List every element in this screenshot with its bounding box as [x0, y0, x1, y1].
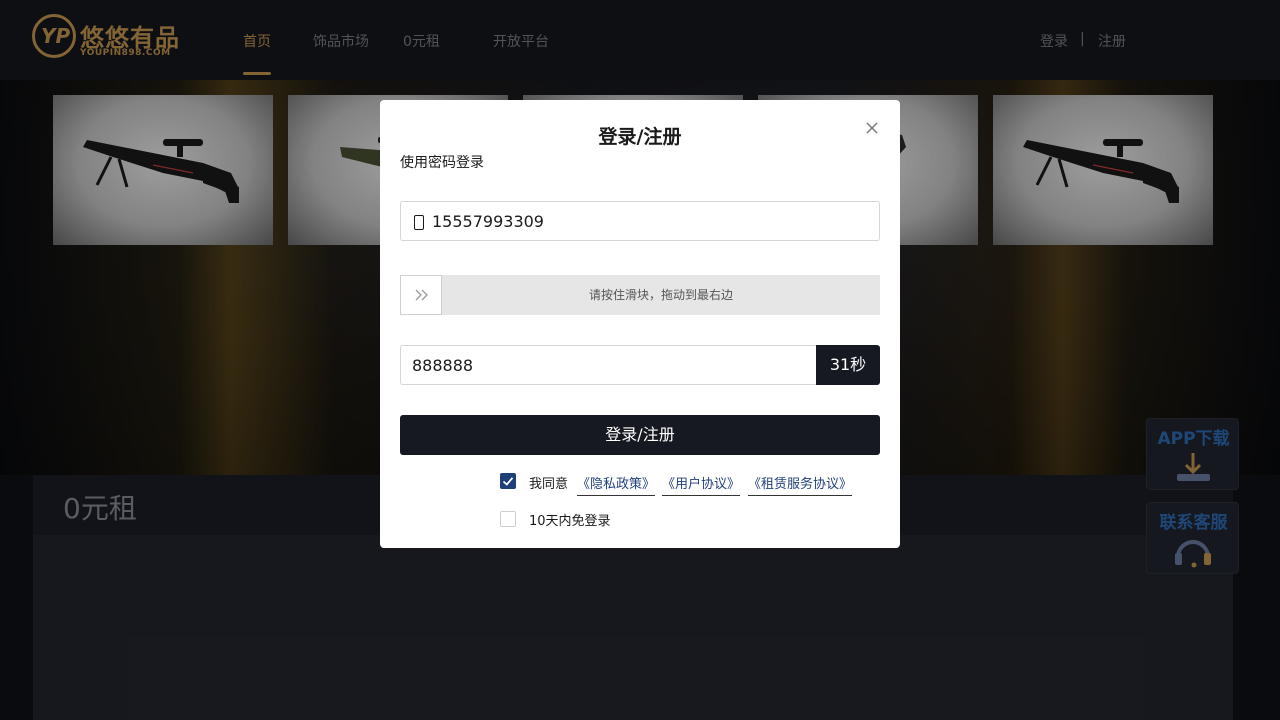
double-chevron-right-icon: [415, 289, 428, 301]
password-login-link[interactable]: 使用密码登录: [400, 152, 484, 172]
remember-label: 10天内免登录: [529, 514, 611, 529]
login-register-button[interactable]: 登录/注册: [400, 415, 880, 455]
phone-field[interactable]: [400, 201, 880, 241]
agree-checkbox[interactable]: [500, 473, 516, 489]
remember-checkbox[interactable]: [500, 511, 516, 527]
phone-icon: [414, 215, 424, 230]
remember-row: 10天内免登录: [500, 510, 800, 530]
slider-handle[interactable]: [400, 275, 442, 315]
slider-hint: 请按住滑块，拖动到最右边: [588, 288, 733, 302]
modal-title: 登录/注册: [598, 126, 682, 148]
user-agreement-link[interactable]: 《用户协议》: [662, 473, 741, 496]
code-field[interactable]: [400, 345, 817, 385]
check-icon: [502, 477, 514, 486]
agreement-row: 我同意 《隐私政策》 《用户协议》 《租赁服务协议》: [500, 472, 880, 496]
code-input[interactable]: [412, 346, 807, 384]
login-modal: 登录/注册 使用密码登录 请按住滑块，拖动到最右边 31秒 登录/注册 我同意 …: [380, 100, 900, 548]
code-countdown-button[interactable]: 31秒: [816, 345, 880, 385]
lease-agreement-link[interactable]: 《租赁服务协议》: [748, 473, 853, 496]
privacy-policy-link[interactable]: 《隐私政策》: [577, 473, 656, 496]
close-icon[interactable]: [862, 118, 882, 138]
slider-captcha[interactable]: 请按住滑块，拖动到最右边: [400, 275, 880, 315]
agree-text: 我同意: [529, 477, 569, 492]
phone-input[interactable]: [432, 202, 872, 240]
